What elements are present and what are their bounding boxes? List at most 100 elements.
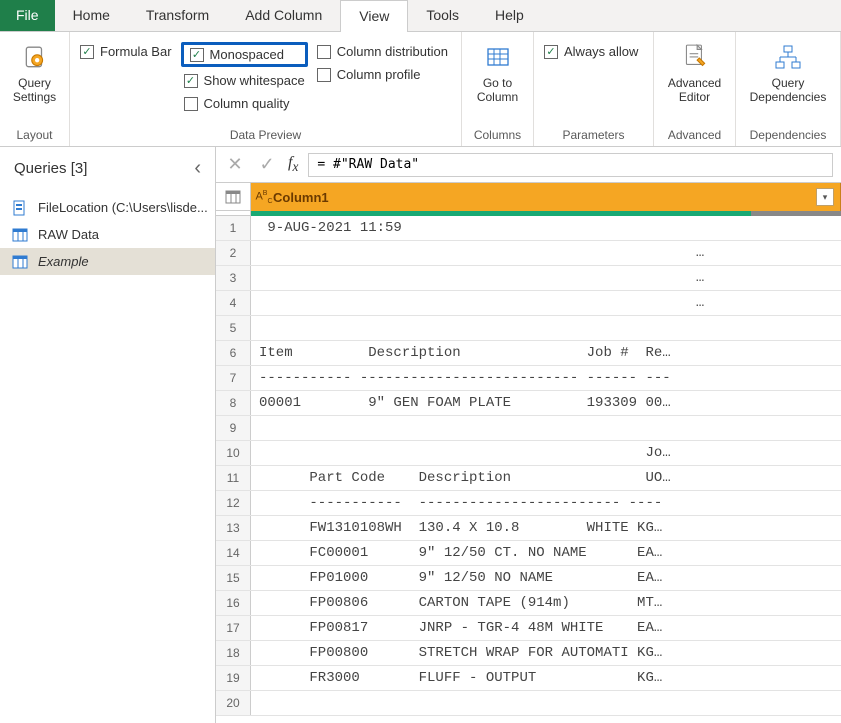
fx-icon[interactable]: fx bbox=[288, 154, 298, 175]
tab-help[interactable]: Help bbox=[477, 0, 542, 31]
tab-home[interactable]: Home bbox=[55, 0, 128, 31]
data-table: ABC Column1 ▾ 1 9-AUG-2021 11:592 …3 bbox=[216, 183, 841, 723]
table-row[interactable]: 4 … bbox=[216, 291, 841, 316]
row-number: 5 bbox=[216, 316, 251, 340]
cell-value: FP00800 STRETCH WRAP FOR AUTOMATI KG… bbox=[251, 641, 841, 665]
row-number: 17 bbox=[216, 616, 251, 640]
queries-panel: Queries [3] ‹ FileLocation (C:\Users\lis… bbox=[0, 147, 216, 723]
show-whitespace-checkbox[interactable]: Show whitespace bbox=[184, 73, 305, 88]
cell-value bbox=[251, 316, 841, 340]
table-icon bbox=[12, 255, 28, 269]
table-row[interactable]: 9 bbox=[216, 416, 841, 441]
table-row[interactable]: 13 FW1310108WH 130.4 X 10.8 WHITE KG… bbox=[216, 516, 841, 541]
column-quality-checkbox[interactable]: Column quality bbox=[184, 96, 305, 111]
table-row[interactable]: 19 FR3000 FLUFF - OUTPUT KG… bbox=[216, 666, 841, 691]
checkbox-icon bbox=[80, 45, 94, 59]
table-corner-menu[interactable] bbox=[216, 183, 251, 211]
gear-icon bbox=[22, 44, 48, 72]
formula-bar: ✕ ✓ fx bbox=[216, 147, 841, 183]
goto-column-label: Go to Column bbox=[472, 76, 523, 104]
tab-add-column[interactable]: Add Column bbox=[227, 0, 340, 31]
cell-value: … bbox=[251, 241, 841, 265]
parameter-icon bbox=[12, 201, 28, 215]
row-number: 8 bbox=[216, 391, 251, 415]
row-number: 7 bbox=[216, 366, 251, 390]
menu-bar: File Home Transform Add Column View Tool… bbox=[0, 0, 841, 32]
always-allow-checkbox[interactable]: Always allow bbox=[544, 44, 638, 59]
cell-value: FP01000 9" 12/50 NO NAME EA… bbox=[251, 566, 841, 590]
group-layout: Layout bbox=[10, 124, 59, 144]
query-item-example[interactable]: Example bbox=[0, 248, 215, 275]
cell-value: FW1310108WH 130.4 X 10.8 WHITE KG… bbox=[251, 516, 841, 540]
cell-value: ----------- -------------------------- -… bbox=[251, 366, 841, 390]
row-number: 10 bbox=[216, 441, 251, 465]
cell-value: FR3000 FLUFF - OUTPUT KG… bbox=[251, 666, 841, 690]
checkbox-icon bbox=[190, 48, 204, 62]
grid-icon bbox=[485, 44, 511, 72]
group-dependencies: Dependencies bbox=[746, 124, 830, 144]
table-row[interactable]: 10 Jo… bbox=[216, 441, 841, 466]
table-row[interactable]: 15 FP01000 9" 12/50 NO NAME EA… bbox=[216, 566, 841, 591]
table-row[interactable]: 20 bbox=[216, 691, 841, 716]
advanced-editor-button[interactable]: Advanced Editor bbox=[667, 38, 722, 104]
table-row[interactable]: 18 FP00800 STRETCH WRAP FOR AUTOMATI KG… bbox=[216, 641, 841, 666]
checkbox-icon bbox=[317, 68, 331, 82]
query-settings-label: Query Settings bbox=[10, 76, 59, 104]
table-row[interactable]: 2 … bbox=[216, 241, 841, 266]
query-item-raw-data[interactable]: RAW Data bbox=[0, 221, 215, 248]
table-row[interactable]: 11 Part Code Description UO… bbox=[216, 466, 841, 491]
table-row[interactable]: 7----------- -------------------------- … bbox=[216, 366, 841, 391]
cancel-formula-icon[interactable]: ✕ bbox=[224, 154, 246, 175]
goto-column-button[interactable]: Go to Column bbox=[472, 38, 523, 104]
cell-value: Jo… bbox=[251, 441, 841, 465]
table-row[interactable]: 12 ----------- ------------------------ … bbox=[216, 491, 841, 516]
cell-value: FP00817 JNRP - TGR-4 48M WHITE EA… bbox=[251, 616, 841, 640]
table-row[interactable]: 6Item Description Job # Re… bbox=[216, 341, 841, 366]
row-number: 3 bbox=[216, 266, 251, 290]
group-columns: Columns bbox=[472, 124, 523, 144]
table-row[interactable]: 16 FP00806 CARTON TAPE (914m) MT… bbox=[216, 591, 841, 616]
table-row[interactable]: 17 FP00817 JNRP - TGR-4 48M WHITE EA… bbox=[216, 616, 841, 641]
checkbox-icon bbox=[544, 45, 558, 59]
cell-value: Item Description Job # Re… bbox=[251, 341, 841, 365]
table-row[interactable]: 1 9-AUG-2021 11:59 bbox=[216, 216, 841, 241]
row-number: 20 bbox=[216, 691, 251, 715]
checkbox-icon bbox=[317, 45, 331, 59]
table-row[interactable]: 5 bbox=[216, 316, 841, 341]
formula-input[interactable] bbox=[308, 153, 833, 177]
column-filter-dropdown[interactable]: ▾ bbox=[816, 188, 834, 206]
column-distribution-checkbox[interactable]: Column distribution bbox=[317, 44, 448, 59]
tab-tools[interactable]: Tools bbox=[408, 0, 477, 31]
dependencies-icon bbox=[774, 44, 802, 72]
group-parameters: Parameters bbox=[544, 124, 643, 144]
formula-bar-checkbox[interactable]: Formula Bar bbox=[80, 44, 172, 59]
query-list: FileLocation (C:\Users\lisde... RAW Data… bbox=[0, 190, 215, 279]
row-number: 6 bbox=[216, 341, 251, 365]
commit-formula-icon[interactable]: ✓ bbox=[256, 154, 278, 175]
monospaced-checkbox[interactable]: Monospaced bbox=[190, 47, 299, 62]
group-data-preview: Data Preview bbox=[80, 124, 451, 144]
row-number: 11 bbox=[216, 466, 251, 490]
column-header-column1[interactable]: ABC Column1 ▾ bbox=[251, 183, 841, 211]
ribbon: Query Settings Layout Formula Bar Monosp… bbox=[0, 32, 841, 147]
tab-transform[interactable]: Transform bbox=[128, 0, 227, 31]
query-item-filelocation[interactable]: FileLocation (C:\Users\lisde... bbox=[0, 194, 215, 221]
row-number: 18 bbox=[216, 641, 251, 665]
table-row[interactable]: 14 FC00001 9" 12/50 CT. NO NAME EA… bbox=[216, 541, 841, 566]
table-icon bbox=[12, 228, 28, 242]
tab-view[interactable]: View bbox=[340, 0, 408, 32]
query-dependencies-label: Query Dependencies bbox=[748, 76, 828, 104]
row-number: 2 bbox=[216, 241, 251, 265]
table-row[interactable]: 3 … bbox=[216, 266, 841, 291]
collapse-panel-icon[interactable]: ‹ bbox=[194, 157, 201, 180]
table-row[interactable]: 800001 9" GEN FOAM PLATE 193309 00… bbox=[216, 391, 841, 416]
column-profile-checkbox[interactable]: Column profile bbox=[317, 67, 448, 82]
checkbox-icon bbox=[184, 74, 198, 88]
query-settings-button[interactable]: Query Settings bbox=[10, 38, 59, 104]
query-dependencies-button[interactable]: Query Dependencies bbox=[748, 38, 828, 104]
tab-file[interactable]: File bbox=[0, 0, 55, 31]
row-number: 12 bbox=[216, 491, 251, 515]
checkbox-icon bbox=[184, 97, 198, 111]
advanced-editor-label: Advanced Editor bbox=[667, 76, 722, 104]
cell-value: … bbox=[251, 266, 841, 290]
